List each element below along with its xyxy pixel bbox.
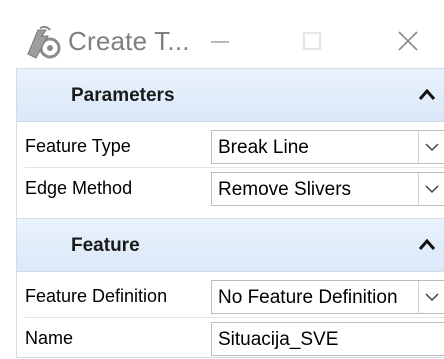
feature-definition-dropdown[interactable]: No Feature Definition	[211, 280, 444, 314]
maximize-icon	[303, 32, 321, 50]
feature-type-dropdown[interactable]: Break Line	[211, 130, 444, 164]
minimize-button[interactable]	[196, 18, 244, 64]
parameters-panel-header[interactable]: Parameters	[17, 69, 444, 122]
name-row: Name Situacija_SVE	[25, 319, 444, 359]
name-label: Name	[25, 328, 74, 348]
minimize-icon	[211, 41, 229, 43]
chevron-down-icon	[425, 185, 439, 194]
window-title: Create T...	[68, 26, 190, 56]
dropdown-button[interactable]	[418, 173, 444, 205]
feature-definition-row: Feature Definition No Feature Definition	[25, 277, 444, 317]
edge-method-label: Edge Method	[25, 178, 133, 198]
dropdown-button[interactable]	[418, 281, 444, 313]
row-divider	[25, 317, 444, 318]
edge-method-value: Remove Slivers	[218, 179, 352, 200]
close-button[interactable]	[384, 18, 432, 64]
feature-type-value: Break Line	[218, 137, 309, 158]
edge-method-dropdown[interactable]: Remove Slivers	[211, 172, 444, 206]
feature-panel-title: Feature	[71, 235, 140, 256]
civil-tools-icon	[27, 25, 61, 59]
maximize-button[interactable]	[288, 18, 336, 64]
chevron-down-icon	[425, 293, 439, 302]
feature-definition-value: No Feature Definition	[218, 287, 398, 308]
row-divider	[25, 167, 444, 168]
chevron-up-icon[interactable]	[417, 235, 437, 255]
feature-definition-label: Feature Definition	[25, 286, 168, 306]
name-input[interactable]: Situacija_SVE	[211, 322, 444, 356]
feature-panel-header[interactable]: Feature	[17, 219, 444, 272]
feature-type-row: Feature Type Break Line	[25, 127, 444, 167]
dropdown-button[interactable]	[418, 131, 444, 163]
parameters-panel-title: Parameters	[71, 85, 175, 106]
parameters-panel: Parameters Feature Type Break Line Edge …	[16, 68, 444, 219]
feature-panel: Feature Feature Definition No Feature De…	[16, 218, 444, 358]
close-icon	[398, 31, 418, 51]
name-value: Situacija_SVE	[218, 329, 339, 350]
chevron-down-icon	[425, 143, 439, 152]
chevron-up-icon[interactable]	[417, 85, 437, 105]
edge-method-row: Edge Method Remove Slivers	[25, 169, 444, 209]
feature-type-label: Feature Type	[25, 136, 131, 156]
